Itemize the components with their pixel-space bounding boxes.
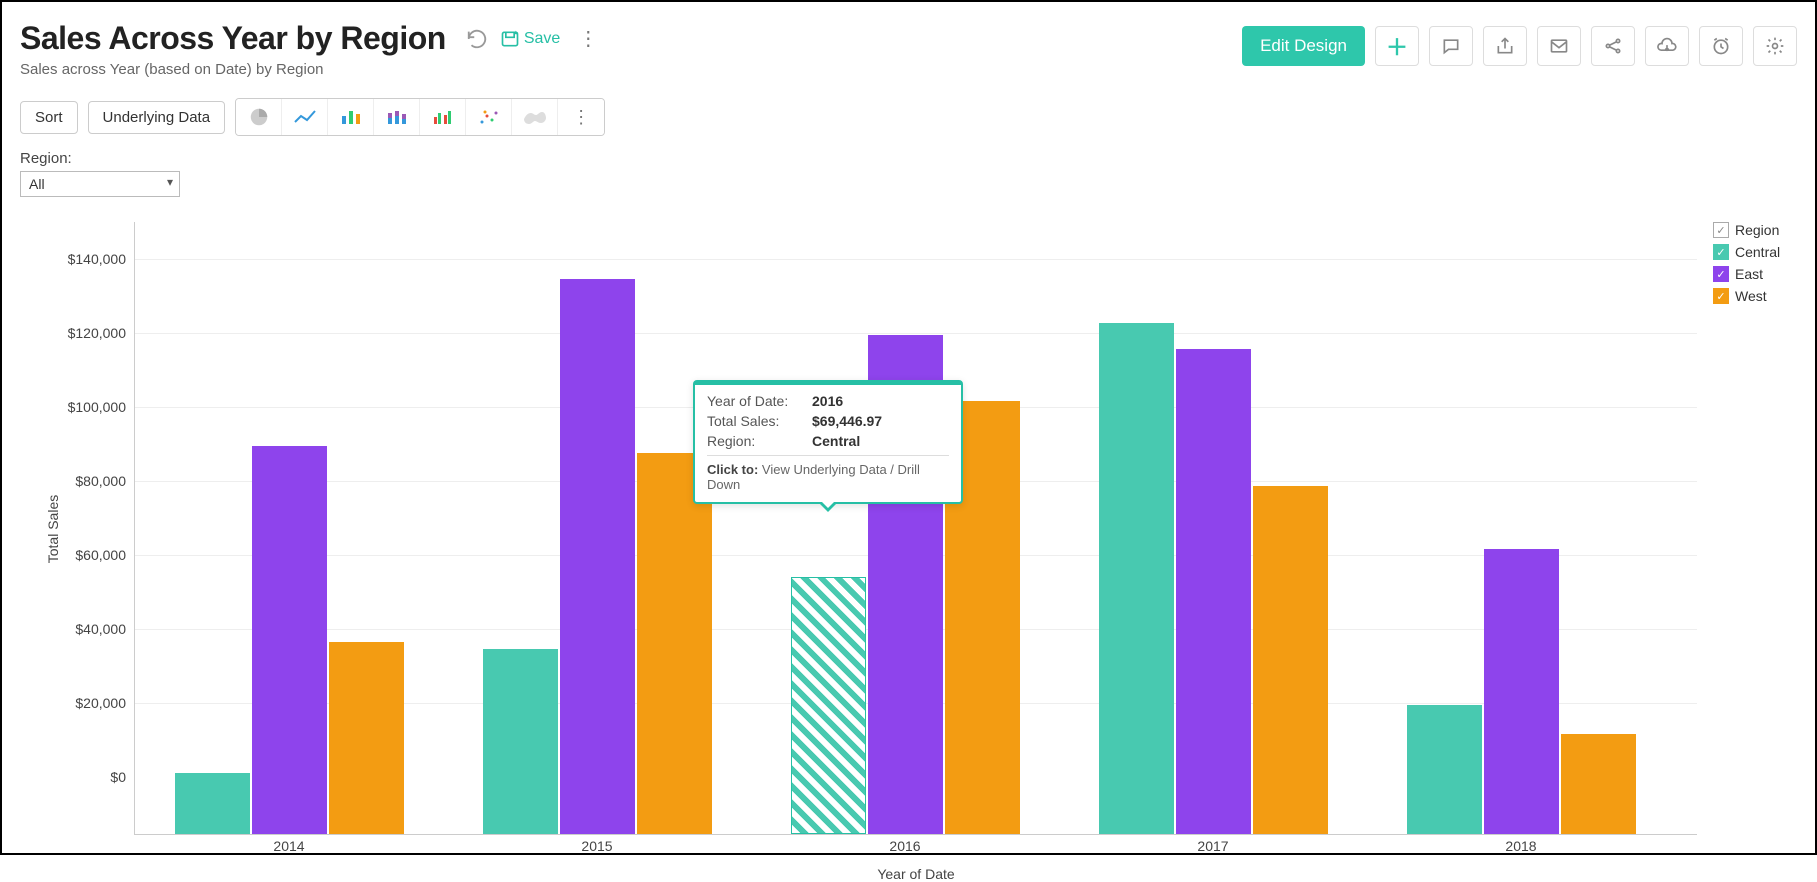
share-up-icon: [1495, 36, 1515, 56]
bar-east-2018[interactable]: [1484, 549, 1559, 834]
legend-swatch-icon: ✓: [1713, 244, 1729, 260]
y-tick-label: $140,000: [56, 251, 126, 267]
y-tick-label: $120,000: [56, 325, 126, 341]
y-tick-label: $80,000: [56, 473, 126, 489]
x-tick-label: 2014: [273, 838, 304, 854]
pie-chart-button[interactable]: [236, 99, 282, 135]
bar-east-2017[interactable]: [1176, 349, 1251, 834]
comment-button[interactable]: [1429, 26, 1473, 66]
comment-icon: [1441, 36, 1461, 56]
x-tick-label: 2018: [1505, 838, 1536, 854]
bar-west-2014[interactable]: [329, 642, 404, 834]
map-chart-button[interactable]: [512, 99, 558, 135]
legend-item-west[interactable]: ✓ West: [1713, 288, 1797, 304]
cloud-download-icon: [1656, 36, 1678, 56]
more-vertical-icon: ⋮: [572, 107, 590, 128]
x-tick-label: 2015: [581, 838, 612, 854]
alert-button[interactable]: [1699, 26, 1743, 66]
y-tick-label: $0: [56, 769, 126, 785]
tooltip: Year of Date: 2016 Total Sales: $69,446.97 R…: [693, 380, 963, 504]
bar-east-2015[interactable]: [560, 279, 635, 834]
stacked-bar-button[interactable]: [374, 99, 420, 135]
chart-type-more-button[interactable]: ⋮: [558, 99, 604, 135]
clock-icon: [1711, 36, 1731, 56]
legend-item-central[interactable]: ✓ Central: [1713, 244, 1797, 260]
share-link-button[interactable]: [1591, 26, 1635, 66]
tooltip-key: Total Sales:: [707, 413, 802, 429]
gear-icon: [1765, 36, 1785, 56]
bar-chart-button[interactable]: [328, 99, 374, 135]
cloud-button[interactable]: [1645, 26, 1689, 66]
map-icon: [523, 109, 547, 125]
header-more-icon[interactable]: ⋮: [572, 26, 604, 51]
y-tick-label: $20,000: [56, 695, 126, 711]
bar-west-2017[interactable]: [1253, 486, 1328, 834]
y-tick-label: $100,000: [56, 399, 126, 415]
legend-swatch-icon: ✓: [1713, 266, 1729, 282]
email-button[interactable]: [1537, 26, 1581, 66]
bar-central-2018[interactable]: [1407, 705, 1482, 835]
x-tick-label: 2016: [889, 838, 920, 854]
legend-item-east[interactable]: ✓ East: [1713, 266, 1797, 282]
y-tick-label: $60,000: [56, 547, 126, 563]
legend-title: Region: [1735, 222, 1779, 238]
page-title: Sales Across Year by Region: [20, 20, 446, 57]
bar-east-2014[interactable]: [252, 446, 327, 835]
bar-chart-icon: [340, 108, 362, 126]
mail-icon: [1549, 36, 1569, 56]
stacked-bar-icon: [386, 108, 408, 126]
save-button-label: Save: [524, 30, 560, 48]
bar-central-2014[interactable]: [175, 773, 250, 834]
y-tick-label: $40,000: [56, 621, 126, 637]
grouped-bar-button[interactable]: [420, 99, 466, 135]
bar-central-2015[interactable]: [483, 649, 558, 834]
save-star-icon: [500, 29, 520, 49]
region-filter-label: Region:: [20, 150, 1797, 167]
add-button[interactable]: ＋: [1375, 26, 1419, 66]
grouped-bar-icon: [432, 108, 454, 126]
tooltip-key: Year of Date:: [707, 393, 802, 409]
underlying-data-button[interactable]: Underlying Data: [88, 101, 226, 134]
pie-chart-icon: [248, 106, 270, 128]
bar-west-2018[interactable]: [1561, 734, 1636, 834]
tooltip-value: $69,446.97: [812, 413, 882, 429]
bar-west-2015[interactable]: [637, 453, 712, 834]
sort-button[interactable]: Sort: [20, 101, 78, 134]
share-button[interactable]: [1483, 26, 1527, 66]
legend-item-label: West: [1735, 288, 1767, 304]
scatter-chart-button[interactable]: [466, 99, 512, 135]
chart-type-toolbar: ⋮: [235, 98, 605, 136]
line-chart-icon: [293, 108, 317, 126]
bar-central-2016[interactable]: [791, 577, 866, 834]
region-filter-select[interactable]: All: [20, 171, 180, 197]
legend-item-label: Central: [1735, 244, 1780, 260]
bar-central-2017[interactable]: [1099, 323, 1174, 834]
legend-item-label: East: [1735, 266, 1763, 282]
edit-design-button[interactable]: Edit Design: [1242, 26, 1365, 66]
refresh-icon[interactable]: [466, 28, 488, 50]
scatter-icon: [478, 108, 500, 126]
settings-button[interactable]: [1753, 26, 1797, 66]
x-tick-label: 2017: [1197, 838, 1228, 854]
legend-toggle-all-icon: ✓: [1713, 222, 1729, 238]
legend-swatch-icon: ✓: [1713, 288, 1729, 304]
page-subtitle: Sales across Year (based on Date) by Reg…: [20, 61, 446, 78]
legend-header[interactable]: ✓ Region: [1713, 222, 1797, 238]
save-button[interactable]: Save: [496, 27, 564, 51]
tooltip-value: Central: [812, 433, 860, 449]
share-nodes-icon: [1603, 36, 1623, 56]
line-chart-button[interactable]: [282, 99, 328, 135]
x-axis-label: Year of Date: [877, 866, 954, 882]
plus-icon: ＋: [1386, 30, 1408, 62]
tooltip-value: 2016: [812, 393, 843, 409]
tooltip-action[interactable]: Click to: View Underlying Data / Drill D…: [707, 462, 949, 492]
tooltip-key: Region:: [707, 433, 802, 449]
